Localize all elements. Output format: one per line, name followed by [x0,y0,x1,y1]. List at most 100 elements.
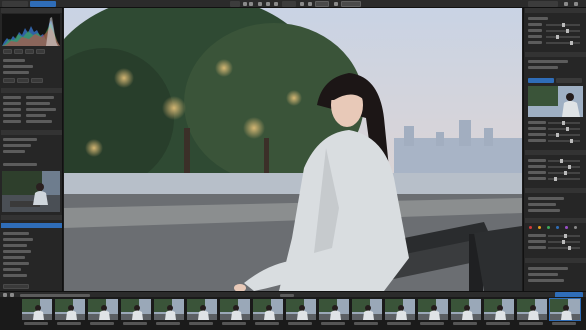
color-swatch[interactable] [574,226,577,229]
tool-icon-4[interactable] [266,2,270,6]
slider-knob[interactable] [570,139,573,143]
filmstrip-frame[interactable] [154,299,184,328]
section-header [525,258,586,263]
tool-icon-3[interactable] [258,2,262,6]
tab-active[interactable] [528,78,554,83]
toolbar-button-2[interactable] [282,1,296,7]
tool-icon-6[interactable] [300,2,304,6]
panel-button[interactable] [3,78,15,83]
color-swatch[interactable] [556,226,559,229]
setting-label [528,121,546,124]
filmstrip-frame[interactable] [22,299,52,328]
filmstrip-frame[interactable] [88,299,118,328]
window-icon[interactable] [574,2,578,6]
adjust-slider[interactable] [548,121,580,125]
setting-label [528,273,558,276]
filmstrip-frame[interactable] [517,299,547,328]
list-item-selected[interactable] [1,223,62,228]
adjust-slider[interactable] [548,139,580,143]
slider-knob[interactable] [554,177,557,181]
toolbar-button-1[interactable] [230,1,240,7]
color-swatch[interactable] [565,226,568,229]
histogram-mode-button-1[interactable] [3,49,12,54]
slider-knob[interactable] [562,121,565,125]
main-image-viewer[interactable] [64,8,522,291]
panel-button[interactable] [17,78,29,83]
adjust-slider[interactable] [546,35,580,39]
folder-path[interactable] [3,150,25,153]
adjust-slider[interactable] [548,127,580,131]
zoom-field[interactable] [315,1,329,7]
preset-field[interactable] [341,1,361,7]
adjust-slider[interactable] [546,29,580,33]
slider-knob[interactable] [566,127,569,131]
slider-knob[interactable] [568,246,571,250]
tool-icon-5[interactable] [274,2,278,6]
slider-knob[interactable] [566,29,569,33]
histogram-mode-button-3[interactable] [25,49,34,54]
folder-path[interactable] [3,144,31,147]
toolbar-button-3[interactable] [528,1,558,7]
adjust-slider[interactable] [548,159,580,163]
list-item[interactable] [3,232,29,235]
adjust-slider[interactable] [548,177,580,181]
list-item[interactable] [3,262,29,265]
list-item[interactable] [3,250,31,253]
filmstrip-frame[interactable] [451,299,481,328]
tool-icon-8[interactable] [334,2,338,6]
list-item[interactable] [3,244,27,247]
filmstrip-frame[interactable] [319,299,349,328]
preview-thumbnail[interactable] [528,86,583,117]
histogram-mode-button-2[interactable] [14,49,23,54]
slider-knob[interactable] [564,234,567,238]
filmstrip-frame[interactable] [418,299,448,328]
adjust-slider[interactable] [548,246,580,250]
filmstrip-frame[interactable] [352,299,382,328]
tool-icon-7[interactable] [308,2,312,6]
slider-knob[interactable] [560,159,563,163]
filmstrip-frame[interactable] [385,299,415,328]
slider-knob[interactable] [564,171,567,175]
slider-knob[interactable] [568,165,571,169]
tab-develop[interactable] [30,1,56,7]
filmstrip-frame[interactable] [286,299,316,328]
color-swatch[interactable] [538,226,541,229]
filmstrip-frame[interactable] [253,299,283,328]
adjust-slider[interactable] [548,171,580,175]
tool-icon-2[interactable] [249,2,253,6]
filmstrip-frame[interactable] [549,298,581,328]
navigator-thumbnail[interactable] [2,171,60,212]
slider-knob[interactable] [556,133,559,137]
adjust-slider[interactable] [548,133,580,137]
adjust-slider[interactable] [546,41,580,45]
folder-path[interactable] [3,138,37,141]
adjust-slider[interactable] [548,234,580,238]
tab-inactive[interactable] [556,78,582,83]
filmstrip-frame[interactable] [187,299,217,328]
panel-button[interactable] [31,78,43,83]
list-item[interactable] [3,274,27,277]
tab-library[interactable] [2,1,28,7]
list-item[interactable] [3,238,33,241]
list-item[interactable] [3,256,25,259]
histogram-mode-button-4[interactable] [36,49,45,54]
filmstrip-frame[interactable] [55,299,85,328]
panel-footer-button[interactable] [3,284,29,289]
slider-knob[interactable] [562,240,565,244]
settings-icon[interactable] [564,2,568,6]
list-item[interactable] [3,268,21,271]
slider-knob[interactable] [556,35,559,39]
filmstrip-frame[interactable] [484,299,514,328]
adjust-slider[interactable] [548,240,580,244]
filmstrip-frame[interactable] [220,299,250,328]
adjust-slider[interactable] [546,23,580,27]
slider-knob[interactable] [562,23,565,27]
color-swatch[interactable] [547,226,550,229]
color-swatch[interactable] [529,226,532,229]
metadata-value [26,108,56,111]
slider-knob[interactable] [570,41,573,45]
adjust-slider[interactable] [548,165,580,169]
tool-icon-1[interactable] [243,2,247,6]
filmstrip-frame[interactable] [121,299,151,328]
navigator-preview-image [2,171,60,212]
